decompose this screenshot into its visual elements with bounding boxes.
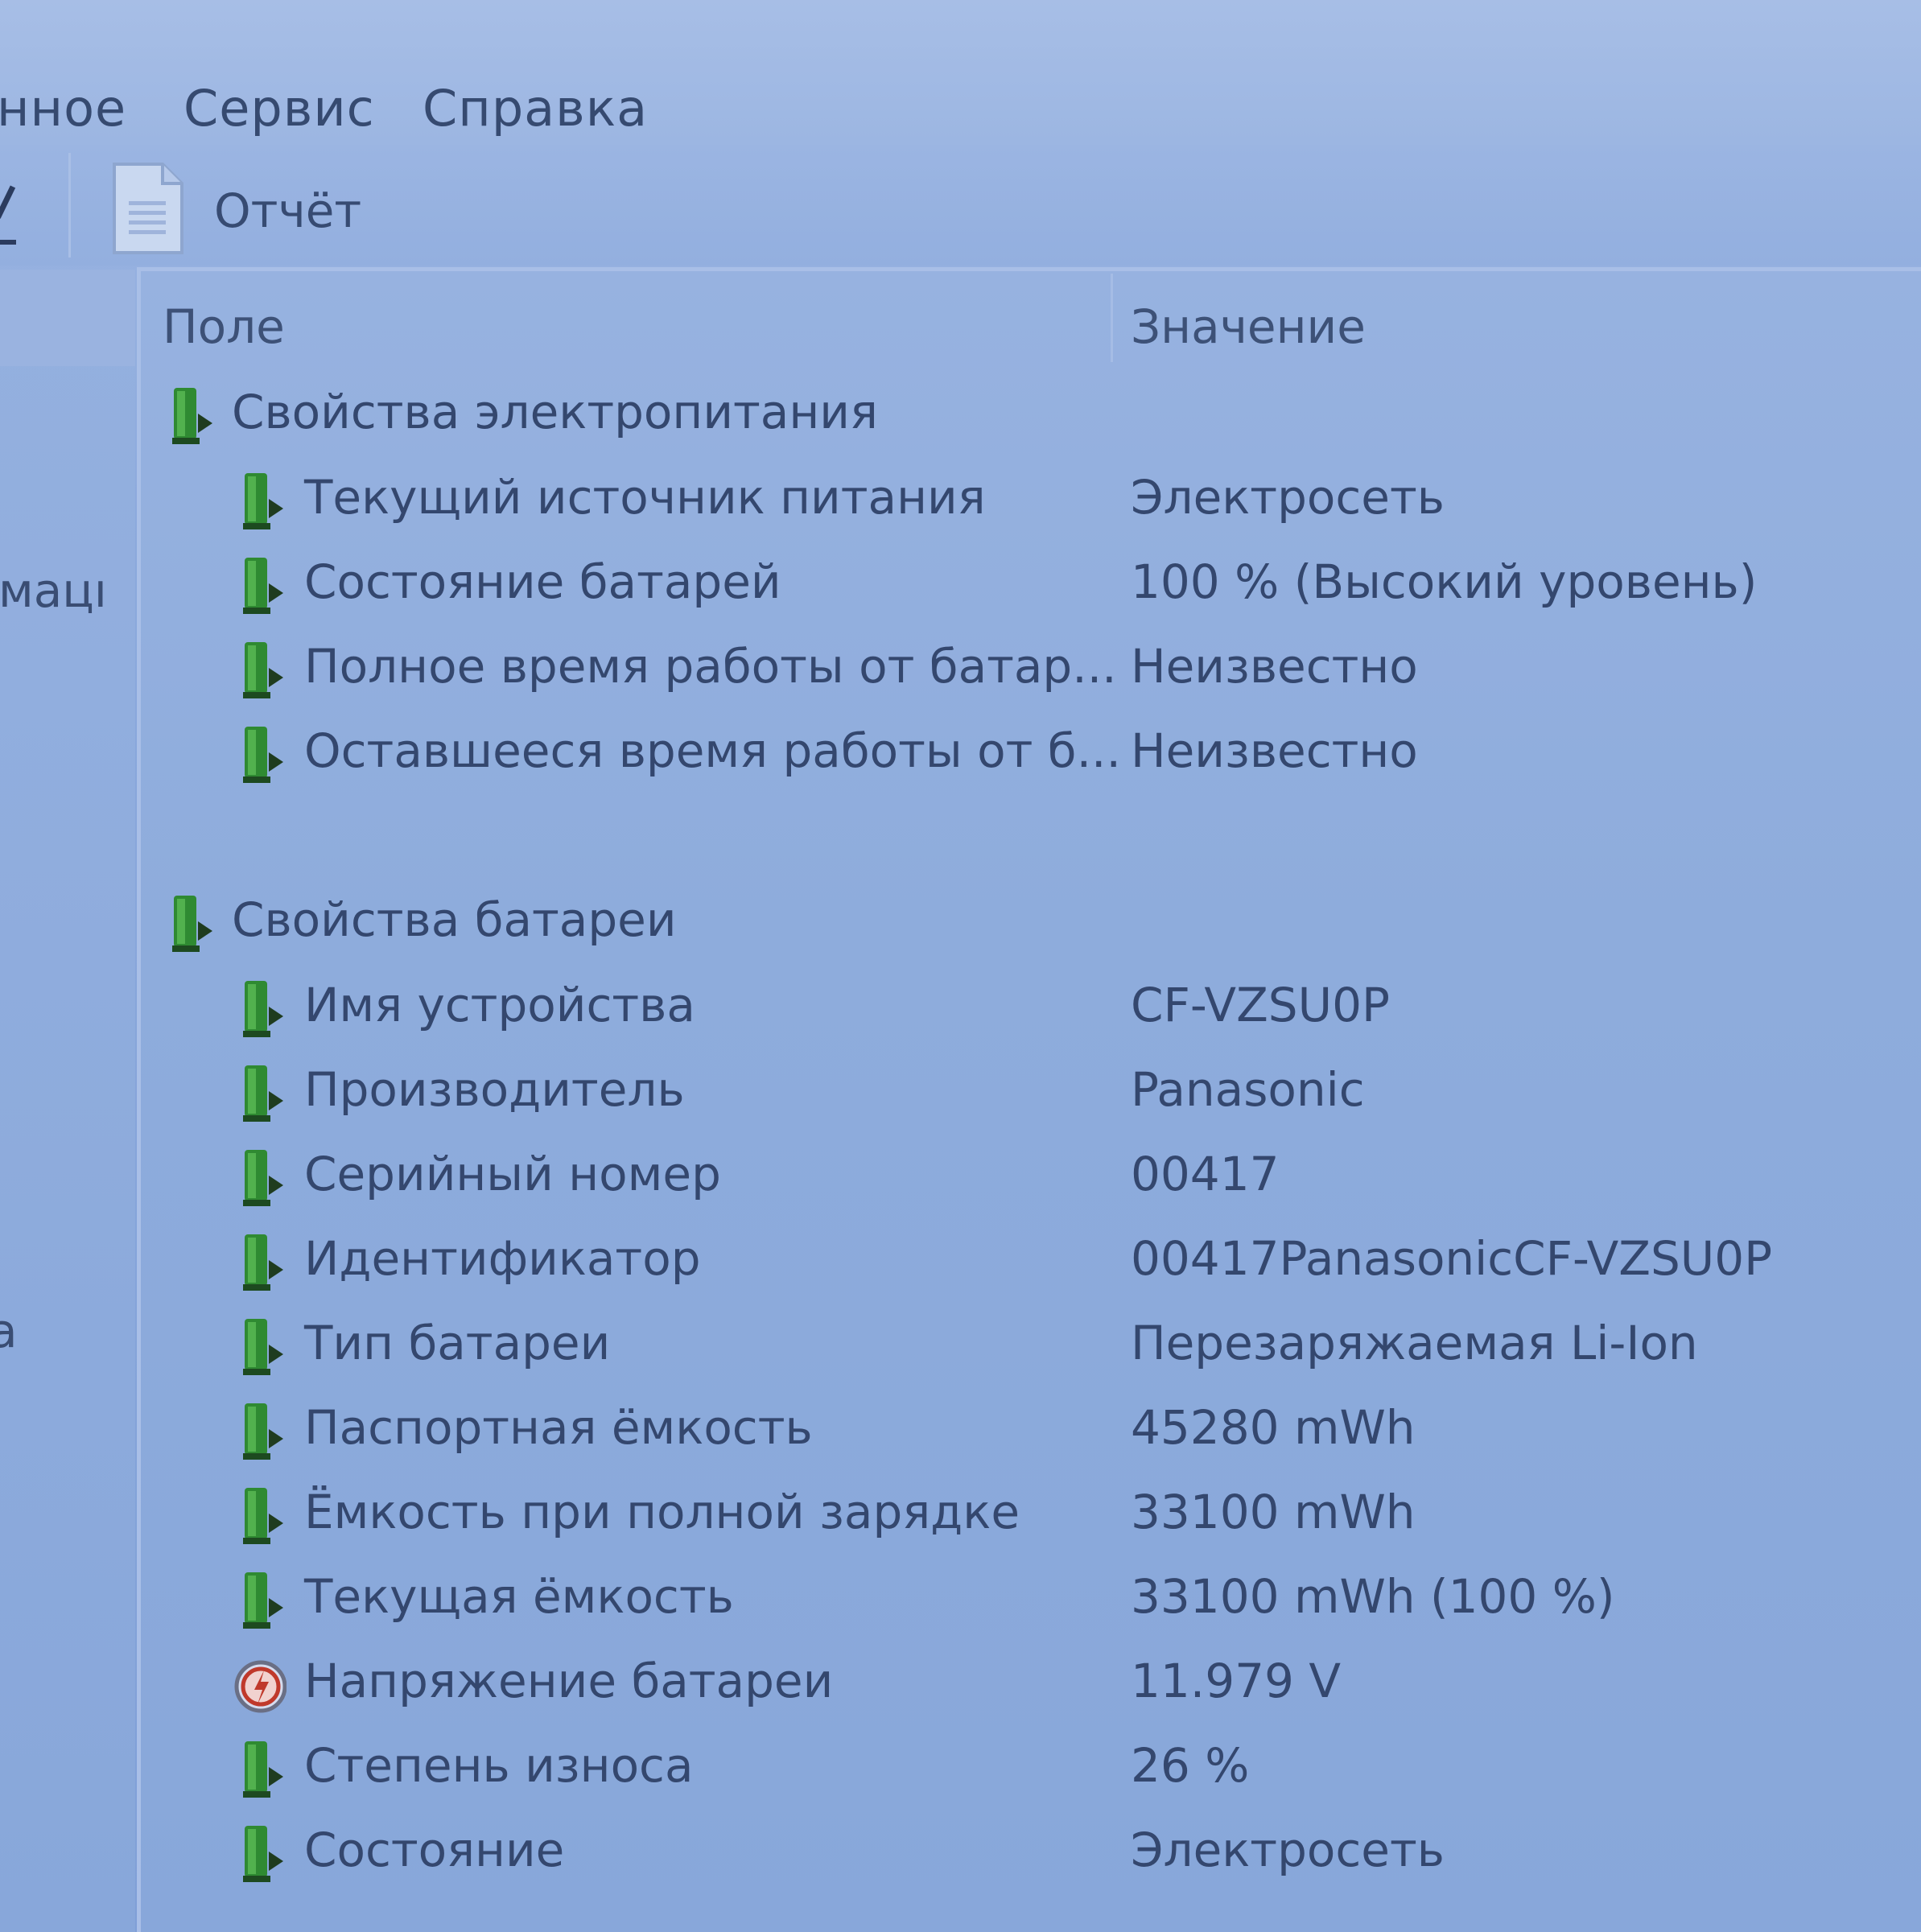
menu-item-help[interactable]: Справка (423, 79, 648, 138)
table-row-value: Неизвестно (1131, 639, 1418, 694)
battery-icon (243, 981, 283, 1037)
table-row-field[interactable]: Серийный номер (304, 1147, 721, 1201)
screen: нное Сервис Справка Отчёт мацı а Поле Зн… (0, 0, 1921, 1932)
voltage-icon (234, 1660, 287, 1713)
battery-icon (243, 642, 283, 698)
check-icon[interactable] (0, 169, 24, 249)
table-row-field[interactable]: Степень износа (304, 1738, 693, 1793)
report-button[interactable]: Отчёт (214, 183, 361, 238)
table-row-field[interactable]: Состояние (304, 1823, 564, 1877)
battery-icon (243, 558, 283, 614)
table-row-field[interactable]: Состояние батарей (304, 554, 781, 609)
group-power-properties[interactable]: Свойства электропитания (232, 385, 878, 439)
table-row-field[interactable]: Производитель (304, 1062, 685, 1117)
table-row-value: 11.979 V (1131, 1654, 1342, 1708)
battery-icon (243, 1065, 283, 1122)
battery-icon (243, 1319, 283, 1375)
report-document-icon[interactable] (111, 161, 185, 256)
left-nav-header (0, 270, 135, 366)
table-row-field[interactable]: Оставшееся время работы от б... (304, 723, 1121, 778)
table-row-field[interactable]: Полное время работы от батар... (304, 639, 1117, 694)
battery-icon (243, 1150, 283, 1206)
table-row-value: 33100 mWh (100 %) (1131, 1569, 1615, 1624)
battery-icon (172, 388, 212, 444)
table-row-value: CF-VZSU0P (1131, 978, 1390, 1032)
table-row-value: 00417PanasonicCF-VZSU0P (1131, 1231, 1773, 1286)
table-row-field[interactable]: Паспортная ёмкость (304, 1400, 813, 1455)
table-row-field[interactable]: Текущий источник питания (304, 470, 986, 525)
table-row-value: Электросеть (1131, 1823, 1445, 1877)
table-row-field[interactable]: Напряжение батареи (304, 1654, 833, 1708)
battery-icon (243, 1826, 283, 1882)
toolbar-separator (68, 153, 71, 257)
left-nav-pane (0, 270, 135, 1932)
battery-icon (243, 727, 283, 783)
battery-icon (243, 1741, 283, 1798)
left-nav-item-fragment[interactable]: а (0, 1304, 18, 1358)
menu-item-service[interactable]: Сервис (183, 79, 375, 138)
battery-icon (172, 896, 212, 952)
table-row-value: Перезаряжаемая Li-Ion (1131, 1316, 1698, 1370)
table-row-value: Panasonic (1131, 1062, 1365, 1117)
table-row-value: 45280 mWh (1131, 1400, 1416, 1455)
table-row-field[interactable]: Имя устройства (304, 978, 695, 1032)
battery-icon (243, 1234, 283, 1291)
left-nav-item-fragment[interactable]: мацı (0, 563, 107, 618)
table-row-value: Электросеть (1131, 470, 1445, 525)
table-row-field[interactable]: Ёмкость при полной зарядке (304, 1485, 1020, 1539)
table-row-value: 100 % (Высокий уровень) (1131, 554, 1758, 609)
table-row-value: 26 % (1131, 1738, 1250, 1793)
table-row-value: 00417 (1131, 1147, 1280, 1201)
menu-item-partial[interactable]: нное (0, 79, 126, 138)
column-divider[interactable] (1111, 274, 1113, 362)
table-row-value: Неизвестно (1131, 723, 1418, 778)
battery-icon (243, 1488, 283, 1544)
column-header-value[interactable]: Значение (1131, 299, 1366, 354)
battery-icon (243, 1572, 283, 1629)
table-row-field[interactable]: Тип батареи (304, 1316, 610, 1370)
battery-icon (243, 473, 283, 529)
table-row-field[interactable]: Идентификатор (304, 1231, 701, 1286)
column-header-field[interactable]: Поле (163, 299, 285, 354)
table-row-value: 33100 mWh (1131, 1485, 1416, 1539)
battery-icon (243, 1403, 283, 1460)
group-battery-properties[interactable]: Свойства батареи (232, 892, 677, 947)
table-row-field[interactable]: Текущая ёмкость (304, 1569, 734, 1624)
